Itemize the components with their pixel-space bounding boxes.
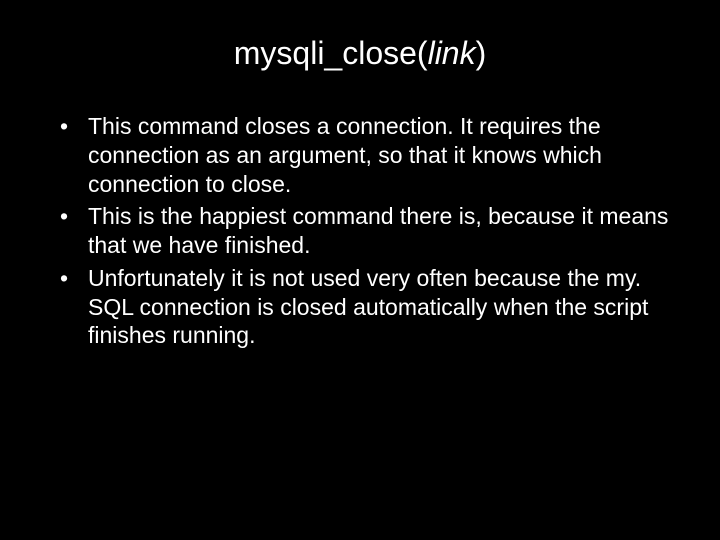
title-italic: link [428, 35, 476, 71]
slide-container: mysqli_close(link) This command closes a… [0, 0, 720, 540]
list-item: This is the happiest command there is, b… [60, 202, 680, 260]
slide-title: mysqli_close(link) [40, 35, 680, 72]
bullet-list: This command closes a connection. It req… [40, 112, 680, 350]
list-item: Unfortunately it is not used very often … [60, 264, 680, 350]
bullet-text: This is the happiest command there is, b… [88, 203, 668, 258]
bullet-text: Unfortunately it is not used very often … [88, 265, 648, 349]
title-prefix: mysqli_close( [234, 35, 428, 71]
list-item: This command closes a connection. It req… [60, 112, 680, 198]
title-suffix: ) [476, 35, 487, 71]
bullet-text: This command closes a connection. It req… [88, 113, 602, 197]
